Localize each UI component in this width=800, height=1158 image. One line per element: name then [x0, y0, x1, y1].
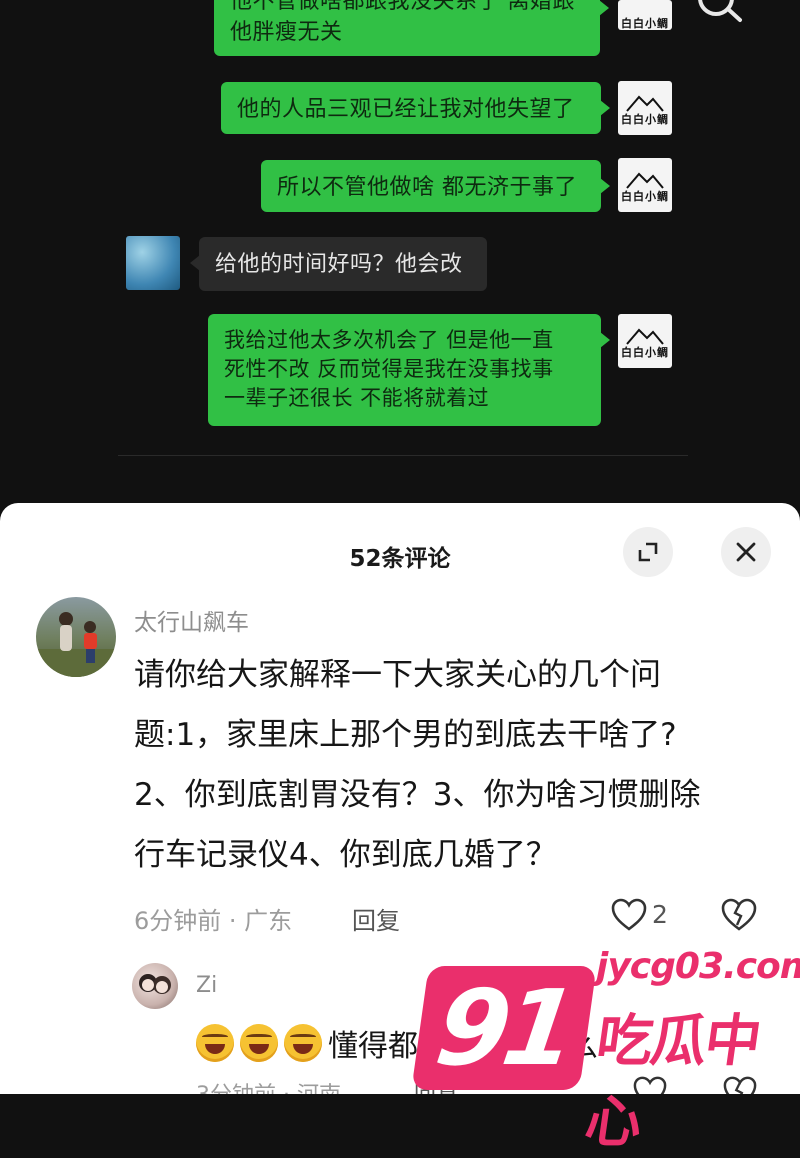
chat-bubble: 我给过他太多次机会了 但是他一直 死性不改 反而觉得是我在没事找事 一辈子还很长…	[208, 314, 610, 426]
comment-username[interactable]: 太行山飙车	[134, 603, 249, 637]
chat-line: 给他的时间好吗？他会改	[215, 252, 463, 277]
comment-line: 行车记录仪4、你到底几婚了？	[134, 837, 557, 873]
avatar: 白白小鲷	[618, 81, 672, 135]
comment-line: 请你给大家解释一下大家关心的几个问	[134, 657, 661, 693]
avatar: 白白小鲷	[618, 0, 672, 30]
close-icon	[736, 542, 756, 562]
house-icon	[626, 328, 664, 345]
watermark-logo-number: 91	[429, 967, 579, 1089]
divider	[118, 455, 688, 456]
chat-line: 所以不管他做啥 都无济于事了	[277, 175, 577, 200]
chat-bubble: 给他的时间好吗？他会改	[190, 237, 487, 291]
avatar: 白白小鲷	[618, 314, 672, 368]
reply-meta: 3分钟前 · 河南	[196, 1077, 341, 1094]
comment-line: 2、你到底割胃没有？3、你为啥习惯删除	[134, 777, 701, 813]
chat-line: 他胖瘦无关	[230, 20, 343, 45]
chat-line: 他不管做啥都跟我没关系了 离婚跟	[230, 0, 575, 14]
watermark-logo: 91	[411, 966, 597, 1090]
reply-button[interactable]: 回复	[352, 901, 400, 936]
chat-bubble: 他不管做啥都跟我没关系了 离婚跟 他胖瘦无关	[214, 0, 609, 56]
chat-line: 他的人品三观已经让我对他失望了	[237, 97, 575, 122]
reply-username[interactable]: Zi	[196, 973, 217, 998]
house-icon	[626, 95, 664, 112]
watermark-url: jycg03.com	[596, 946, 800, 987]
chat-bubble: 所以不管他做啥 都无济于事了	[261, 160, 610, 212]
comment-meta: 6分钟前 · 广东	[134, 907, 293, 935]
avatar-label: 白白小鲷	[621, 189, 669, 203]
comment-line: 题:1，家里床上那个男的到底去干啥了?	[134, 717, 677, 753]
avatar-label: 白白小鲷	[621, 17, 669, 30]
laughing-crying-emoji-icon	[240, 1024, 278, 1062]
close-button[interactable]	[721, 527, 771, 577]
comment-text: 请你给大家解释一下大家关心的几个问 题:1，家里床上那个男的到底去干啥了? 2、…	[134, 645, 774, 885]
avatar	[126, 236, 180, 290]
laughing-crying-emoji-icon	[196, 1024, 234, 1062]
expand-icon	[638, 542, 658, 562]
like-count: 2	[652, 900, 668, 929]
avatar-photo	[36, 612, 116, 677]
avatar: 白白小鲷	[618, 158, 672, 212]
heart-icon[interactable]	[610, 897, 648, 933]
chat-line: 一辈子还很长 不能将就着过	[224, 386, 490, 410]
avatar-photo	[139, 974, 171, 994]
avatar-label: 白白小鲷	[621, 112, 669, 126]
chat-line: 死性不改 反而觉得是我在没事找事	[224, 357, 554, 381]
chat-bubble: 他的人品三观已经让我对他失望了	[221, 82, 610, 134]
laughing-crying-emoji-icon	[284, 1024, 322, 1062]
expand-button[interactable]	[623, 527, 673, 577]
sheet-title: 52条评论	[349, 546, 451, 572]
chat-screenshot: 他不管做啥都跟我没关系了 离婚跟 他胖瘦无关 白白小鲷 他的人品三观已经让我对他…	[0, 0, 800, 505]
avatar-label: 白白小鲷	[621, 345, 669, 359]
watermark-name: 吃瓜中心	[581, 1009, 764, 1155]
broken-heart-icon[interactable]	[720, 897, 758, 933]
house-icon	[626, 172, 664, 189]
avatar[interactable]	[132, 963, 178, 1009]
chat-line: 我给过他太多次机会了 但是他一直	[224, 328, 554, 352]
avatar[interactable]	[36, 597, 116, 677]
search-icon[interactable]	[694, 0, 746, 30]
